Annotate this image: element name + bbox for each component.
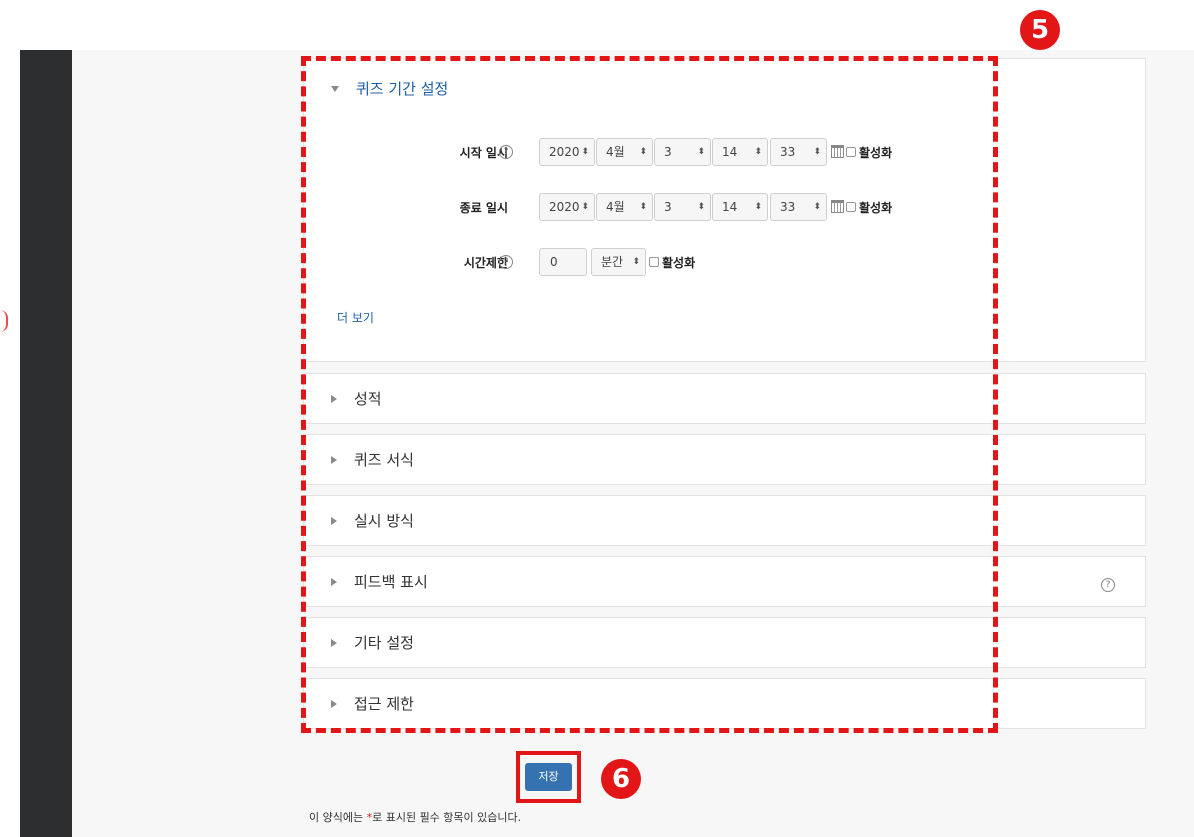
left-annotation-fragment xyxy=(0,310,8,332)
screen: 퀴즈 기간 설정 시작 일시 ? 2020 ⬍ 4월 ⬍ 3 ⬍ 14 ⬍ 33 ⬍ 활성… xyxy=(0,0,1194,837)
annotation-badge-6: 6 xyxy=(601,759,641,799)
annotation-box-5 xyxy=(301,56,998,733)
nav-drawer xyxy=(20,50,72,837)
required-fields-note: 이 양식에는 *로 표시된 필수 항목이 있습니다. xyxy=(309,811,522,824)
annotation-badge-5: 5 xyxy=(1020,10,1060,50)
annotation-box-6: 저장 xyxy=(516,751,581,803)
help-icon[interactable]: ? xyxy=(1101,578,1115,592)
save-button[interactable]: 저장 xyxy=(525,763,572,791)
